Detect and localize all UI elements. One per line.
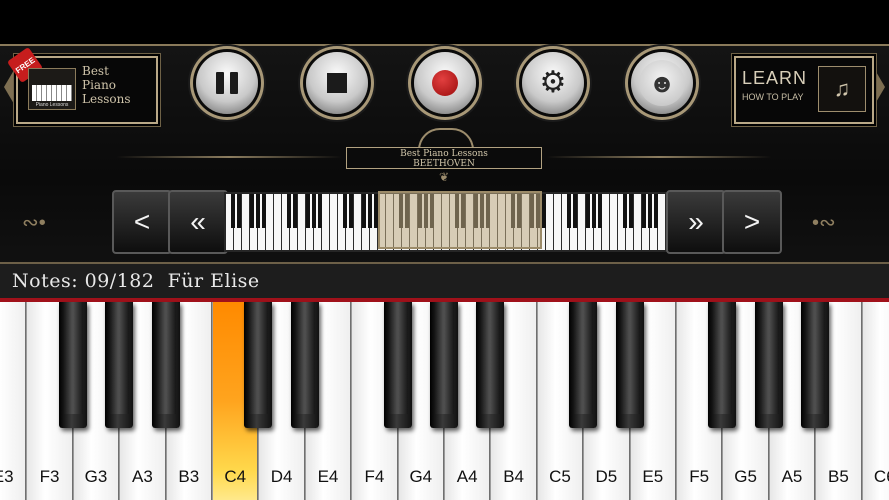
fast-forward-button[interactable]: »	[666, 190, 726, 254]
black-key-dsharp4[interactable]	[290, 302, 319, 428]
black-key-csharp5[interactable]	[569, 302, 598, 428]
key-label: E4	[317, 467, 339, 486]
pause-icon	[216, 72, 238, 94]
key-label: G5	[734, 467, 757, 486]
key-label: G3	[84, 467, 108, 486]
key-label: F5	[689, 467, 710, 486]
key-label: C6	[873, 467, 889, 486]
black-key-gsharp5[interactable]	[754, 302, 783, 428]
scroll-right-button[interactable]: >	[722, 190, 782, 254]
crest-ornament-bottom: ❦	[438, 170, 450, 184]
black-key-fsharp4[interactable]	[383, 302, 412, 428]
settings-button[interactable]: ⚙	[522, 52, 584, 114]
scroll-left-button[interactable]: <	[112, 190, 172, 254]
black-key-gsharp4[interactable]	[430, 302, 458, 428]
promo-text: Best Piano Lessons	[82, 64, 154, 106]
black-key-fsharp5[interactable]	[708, 302, 737, 428]
key-label: D4	[270, 467, 293, 486]
promo-line-1: Best	[82, 64, 109, 78]
black-key-dsharp5[interactable]	[615, 302, 644, 428]
black-key-asharp3[interactable]	[151, 302, 180, 428]
black-key-asharp5[interactable]	[801, 302, 830, 428]
key-label: C5	[549, 467, 571, 486]
key-label: D5	[595, 467, 618, 486]
best-piano-lessons-promo[interactable]: FREE Piano Lessons Best Piano Lessons	[6, 46, 158, 124]
record-icon	[432, 70, 458, 96]
stop-button[interactable]	[306, 52, 368, 114]
promo-line-2: Piano	[82, 78, 117, 92]
learn-title: LEARN	[742, 68, 808, 88]
pause-button[interactable]	[196, 52, 258, 114]
key-label: B5	[827, 467, 849, 486]
song-status-text: Notes: 09/182 Für Elise	[12, 270, 260, 292]
key-label: E5	[642, 467, 664, 486]
stop-icon	[327, 73, 347, 93]
notes-counter: Notes: 09/182	[12, 270, 155, 292]
key-label: C4	[224, 467, 247, 486]
gear-icon: ⚙	[539, 66, 567, 99]
key-label: G4	[409, 467, 433, 486]
black-key-asharp4[interactable]	[476, 302, 505, 428]
scroll-ornament-left: ∾•	[22, 212, 46, 234]
ornament-line	[546, 156, 772, 158]
app-icon-caption: Piano Lessons	[35, 102, 69, 108]
key-label: A4	[456, 467, 478, 486]
promo-arrow-decoration	[875, 70, 885, 104]
piano-keyboard: E3 F3 G3 A3 B3 C4 D4 E4 F4 G4 A4 B4 C5 D5 E5 F5 G5 A5 B5 C6	[0, 302, 889, 500]
black-key-fsharp3[interactable]	[58, 302, 87, 428]
song-status-bar: Notes: 09/182 Für Elise	[0, 264, 889, 300]
ornament-line	[116, 156, 342, 158]
composer-select-button[interactable]: ☻	[631, 52, 693, 114]
promo-arrow-decoration	[4, 70, 14, 104]
status-bar-area	[0, 0, 889, 44]
visible-range-handle[interactable]	[378, 191, 542, 249]
sheet-music-icon: ♫	[818, 66, 866, 112]
black-key-csharp4[interactable]	[244, 302, 273, 428]
learn-subtitle: HOW TO PLAY	[742, 92, 804, 102]
plate-title: Best Piano Lessons	[400, 149, 488, 159]
piano-lessons-app-icon: Piano Lessons	[28, 68, 76, 110]
key-label: F4	[364, 467, 385, 486]
white-key-c6[interactable]: C6	[861, 302, 889, 500]
key-label: F3	[39, 467, 60, 486]
song-title: Für Elise	[167, 270, 260, 292]
key-label: A3	[131, 467, 153, 486]
white-key-e3[interactable]: E3	[0, 302, 27, 500]
composer-plate: Best Piano Lessons BEETHOVEN	[346, 147, 542, 169]
black-key-gsharp3[interactable]	[105, 302, 134, 428]
key-label: A5	[781, 467, 803, 486]
record-button[interactable]	[414, 52, 476, 114]
key-label: B4	[503, 467, 524, 486]
scroll-ornament-right: •∾	[812, 212, 836, 234]
plate-composer: BEETHOVEN	[413, 159, 475, 169]
key-label: B3	[178, 467, 200, 486]
learn-how-to-play-promo[interactable]: LEARN HOW TO PLAY ♫	[734, 56, 874, 124]
promo-line-3: Lessons	[82, 92, 131, 106]
beethoven-portrait-icon: ☻	[639, 60, 685, 106]
rewind-button[interactable]: «	[168, 190, 228, 254]
key-label: E3	[0, 467, 14, 486]
